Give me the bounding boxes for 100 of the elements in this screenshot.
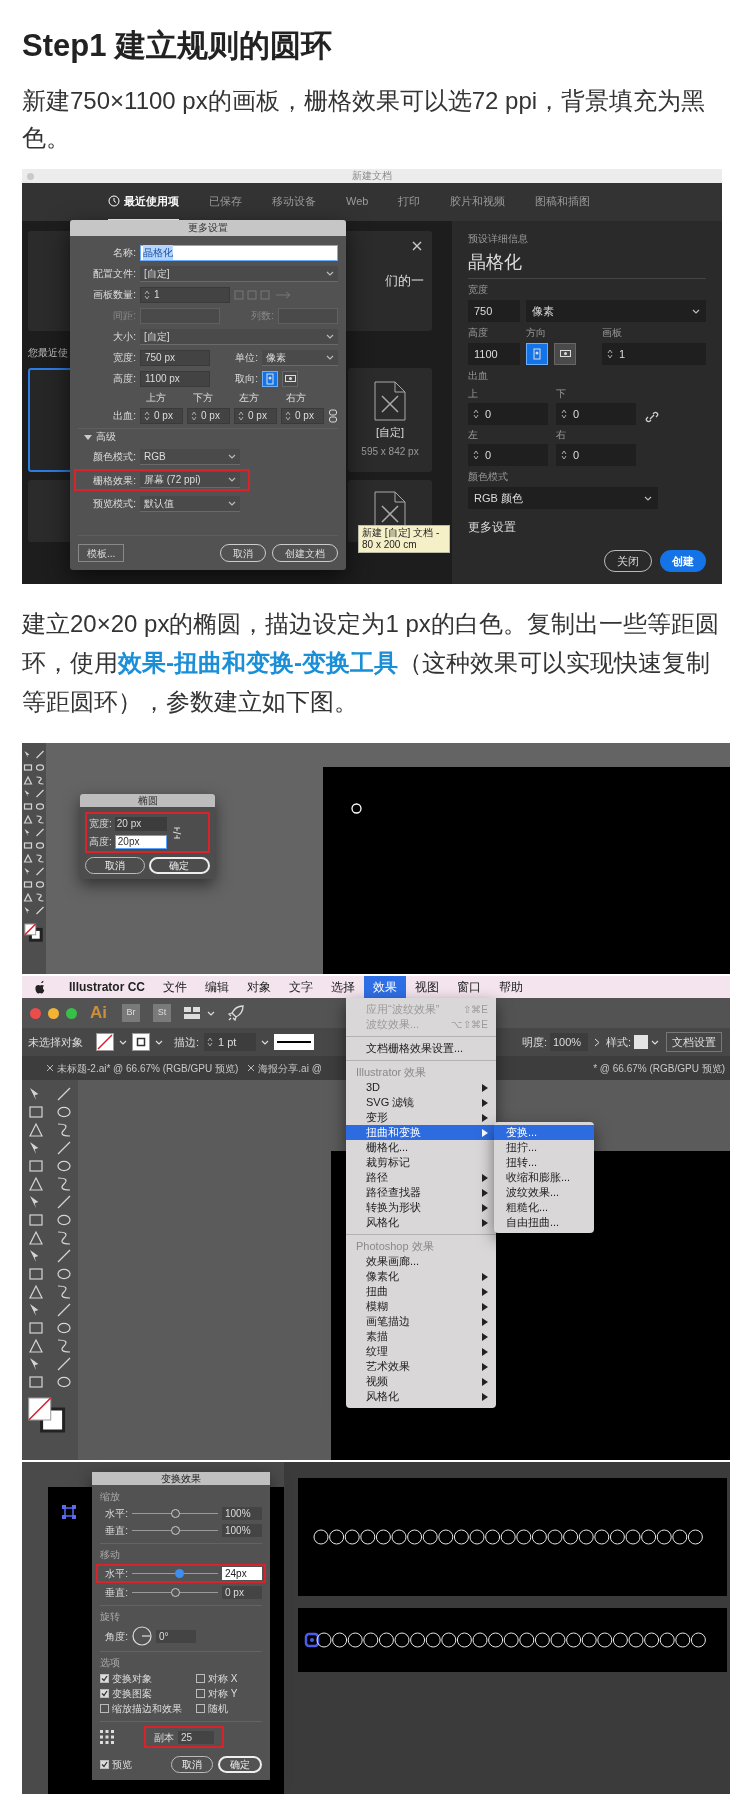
- style-swatch[interactable]: [634, 1035, 648, 1049]
- input-field[interactable]: 1100 px: [140, 370, 210, 387]
- menu-item[interactable]: 路径查找器: [346, 1185, 496, 1200]
- stepper-arrows-icon[interactable]: [144, 410, 150, 421]
- menu-item[interactable]: 文档栅格效果设置...: [346, 1041, 496, 1056]
- input-field[interactable]: 100%: [222, 1507, 262, 1520]
- menu-item[interactable]: 路径: [346, 1170, 496, 1185]
- slider-thumb[interactable]: [170, 1526, 180, 1535]
- stepper-field[interactable]: 0: [556, 403, 636, 425]
- checkbox[interactable]: [100, 1674, 109, 1683]
- window-minimize-icon[interactable]: [48, 1007, 59, 1019]
- input-field[interactable]: 20px: [114, 834, 167, 849]
- checkbox[interactable]: [196, 1674, 205, 1683]
- preset-name-field[interactable]: 晶格化: [468, 249, 706, 279]
- input-field[interactable]: 750 px: [140, 349, 210, 366]
- tools-panel-drawing[interactable]: [22, 1080, 78, 1460]
- menu-item[interactable]: 扭曲和变换: [346, 1125, 496, 1140]
- menu-item[interactable]: 扭曲: [346, 1284, 496, 1299]
- checkbox[interactable]: [196, 1704, 205, 1713]
- menu-bar-item[interactable]: 视图: [406, 976, 448, 998]
- dropdown[interactable]: 像素: [526, 300, 706, 322]
- menu-item[interactable]: 风格化: [346, 1215, 496, 1230]
- close-icon[interactable]: [248, 1065, 255, 1071]
- checkbox[interactable]: [100, 1704, 109, 1713]
- link-icon[interactable]: [644, 409, 660, 425]
- orientation-button[interactable]: [262, 370, 278, 387]
- stroke-swatch-icon[interactable]: [132, 1033, 150, 1051]
- menu-bar-item[interactable]: 效果: [364, 976, 406, 998]
- menu-bar-item[interactable]: 编辑: [196, 976, 238, 998]
- button[interactable]: 确定: [218, 1756, 262, 1773]
- stepper-arrows-icon[interactable]: [207, 1037, 214, 1047]
- window-zoom-icon[interactable]: [66, 1007, 77, 1019]
- dropdown[interactable]: RGB: [140, 448, 240, 465]
- tab[interactable]: 胶片和视频: [450, 183, 506, 221]
- input-field[interactable]: 晶格化: [140, 244, 338, 261]
- menu-item[interactable]: 栅格化...: [346, 1140, 496, 1155]
- preset-card[interactable]: [自定] 595 x 842 px: [348, 368, 432, 472]
- stepper-arrows-icon[interactable]: [561, 450, 567, 460]
- stepper-field[interactable]: 1: [140, 286, 230, 303]
- stroke-line-sample-icon[interactable]: [274, 1034, 315, 1050]
- angle-dial-icon[interactable]: [132, 1626, 152, 1646]
- input-field[interactable]: 25: [178, 1730, 214, 1744]
- fill-swatch-icon[interactable]: [96, 1033, 114, 1051]
- button[interactable]: 模板...: [78, 544, 125, 562]
- menu-bar-item[interactable]: 帮助: [490, 976, 532, 998]
- document-tab[interactable]: 海报分享.ai @: [243, 1056, 327, 1080]
- input-field[interactable]: 20 px: [114, 816, 167, 831]
- menu-item[interactable]: 扭转...: [494, 1155, 594, 1170]
- tab[interactable]: 打印: [398, 183, 421, 221]
- tab[interactable]: 图稿和插图: [535, 183, 591, 221]
- dropdown[interactable]: [自定]: [140, 265, 338, 282]
- menu-item[interactable]: 扭拧...: [494, 1140, 594, 1155]
- disclosure-triangle-icon[interactable]: [84, 432, 92, 441]
- stepper-arrows-icon[interactable]: [191, 410, 197, 421]
- menu-item[interactable]: 素描: [346, 1329, 496, 1344]
- button[interactable]: 创建: [660, 550, 706, 572]
- slider-thumb[interactable]: [170, 1588, 180, 1597]
- stepper-field[interactable]: 0: [468, 444, 548, 466]
- orientation-button[interactable]: [282, 370, 298, 387]
- more-settings-link[interactable]: 更多设置: [468, 518, 706, 536]
- menu-item[interactable]: 效果画廊...: [346, 1254, 496, 1269]
- document-tab[interactable]: 未标题-2.ai* @ 66.67% (RGB/GPU 预览): [42, 1056, 244, 1080]
- menu-bar-item[interactable]: 文件: [154, 976, 196, 998]
- menu-item[interactable]: 变形: [346, 1110, 496, 1125]
- dropdown[interactable]: 屏幕 (72 ppi): [140, 472, 240, 488]
- menu-item[interactable]: 风格化: [346, 1389, 496, 1404]
- stepper-field[interactable]: 0 px: [187, 407, 230, 424]
- reference-point-icon[interactable]: [100, 1730, 114, 1744]
- checkbox[interactable]: [100, 1760, 109, 1769]
- menu-item[interactable]: 转换为形状: [346, 1200, 496, 1215]
- slider[interactable]: [132, 1588, 218, 1597]
- workspace-layout-icon[interactable]: [184, 1007, 200, 1019]
- menu-item[interactable]: 画笔描边: [346, 1314, 496, 1329]
- menu-item[interactable]: 模糊: [346, 1299, 496, 1314]
- stepper-field[interactable]: 0: [556, 444, 636, 466]
- input-field[interactable]: 0°: [156, 1629, 196, 1643]
- button[interactable]: 确定: [148, 857, 210, 874]
- menu-item[interactable]: 波纹效果...: [494, 1185, 594, 1200]
- stepper-field[interactable]: 0 px: [140, 407, 183, 424]
- input-field[interactable]: 750: [468, 300, 520, 322]
- input-field[interactable]: 100%: [222, 1524, 262, 1537]
- menu-bar-item[interactable]: Illustrator CC: [60, 976, 154, 998]
- stepper-field[interactable]: 0: [468, 403, 548, 425]
- link-icon[interactable]: [328, 408, 338, 423]
- slider[interactable]: [132, 1509, 218, 1518]
- stepper-arrows-icon[interactable]: [473, 409, 479, 419]
- input-field[interactable]: 24px: [222, 1567, 262, 1580]
- chevron-icon[interactable]: [593, 1037, 600, 1047]
- menu-item[interactable]: 纹理: [346, 1344, 496, 1359]
- constrain-proportions-icon[interactable]: [170, 824, 183, 841]
- slider[interactable]: [132, 1526, 218, 1535]
- stepper-arrows-icon[interactable]: [561, 409, 567, 419]
- stepper-arrows-icon[interactable]: [285, 410, 291, 421]
- checkbox[interactable]: [100, 1689, 109, 1698]
- tab[interactable]: 移动设备: [272, 183, 316, 221]
- menu-bar-item[interactable]: 文字: [280, 976, 322, 998]
- menu-item[interactable]: 裁剪标记: [346, 1155, 496, 1170]
- tab[interactable]: Web: [346, 183, 369, 221]
- slider-thumb[interactable]: [174, 1569, 184, 1578]
- menu-item[interactable]: 变换...: [494, 1125, 594, 1140]
